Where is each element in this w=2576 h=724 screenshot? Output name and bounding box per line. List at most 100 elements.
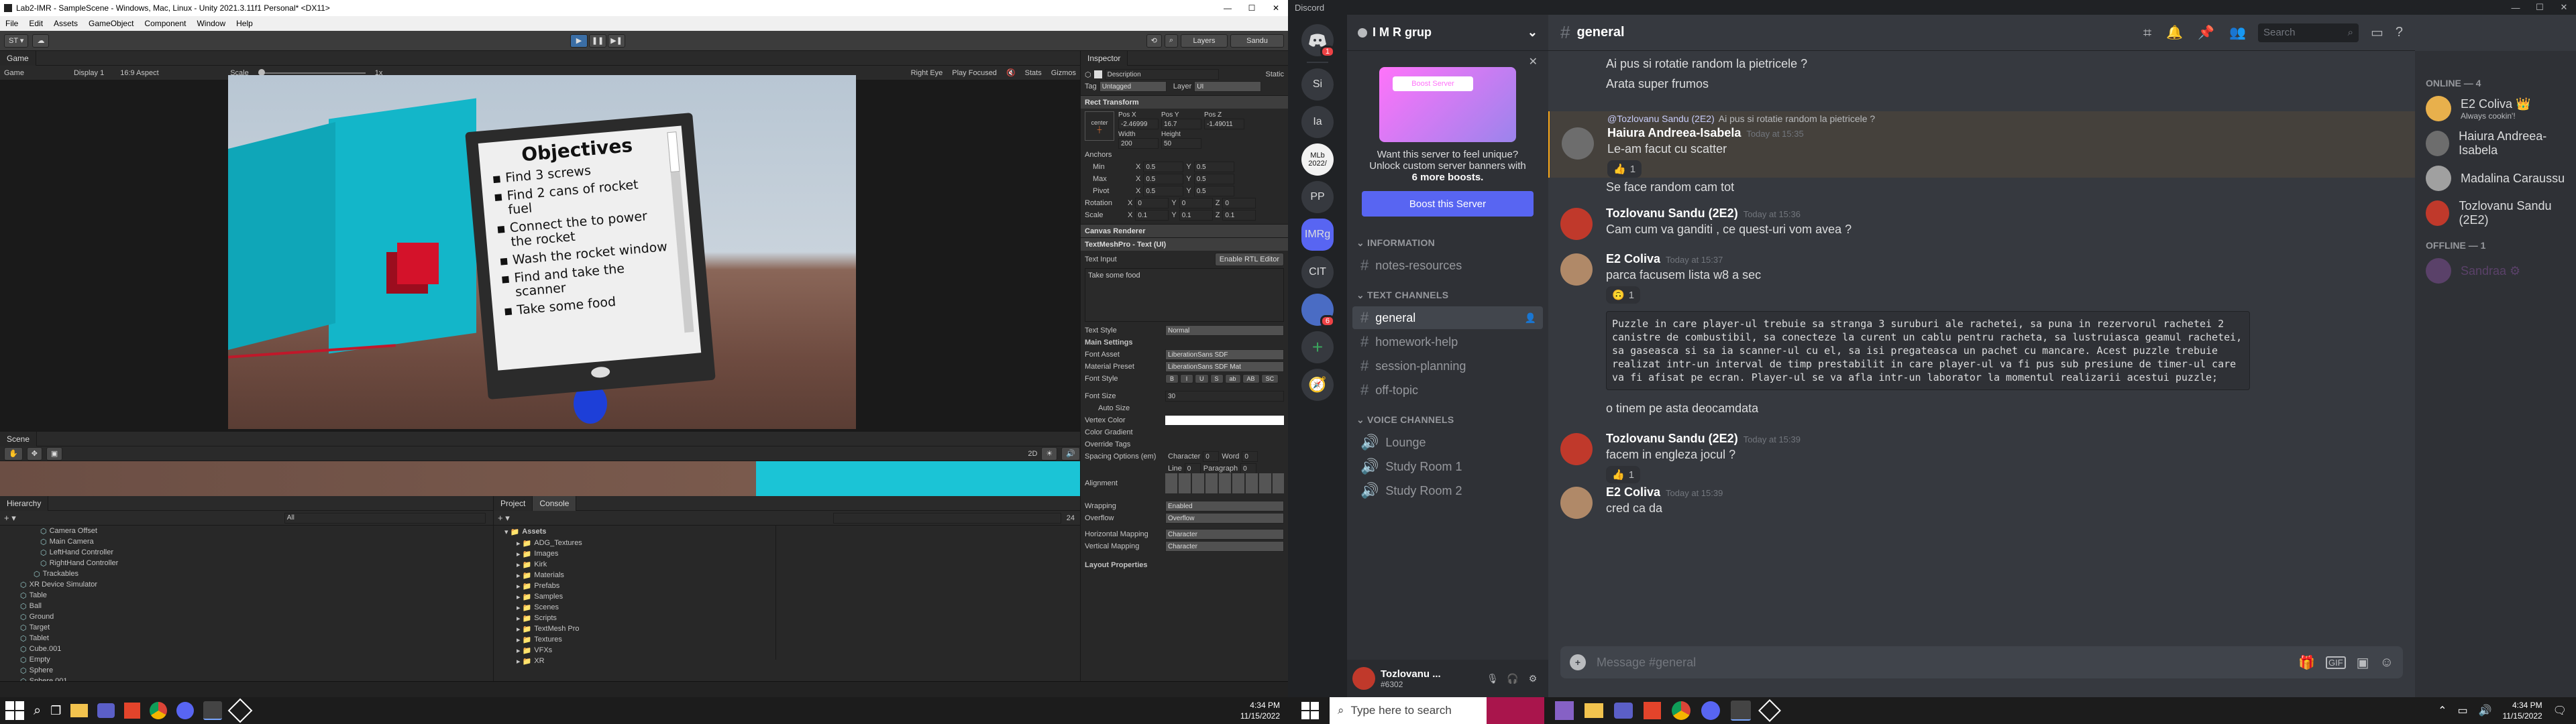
channel-homework-help[interactable]: # homework-help (1352, 330, 1543, 353)
unity-hub-icon-2[interactable] (1731, 701, 1751, 721)
hierarchy-item[interactable]: ⬡ Ball (20, 601, 493, 611)
font-style-button[interactable]: I (1180, 374, 1194, 383)
server-icon[interactable]: IMRg (1301, 219, 1334, 251)
move-tool-icon[interactable]: ✥ (26, 446, 42, 461)
project-folder[interactable]: ▸ 📁 Kirk (517, 559, 775, 570)
scale-slider[interactable] (258, 68, 366, 76)
menu-assets[interactable]: Assets (48, 19, 83, 28)
add-object-button[interactable]: + ▾ (4, 513, 16, 524)
add-server-icon[interactable]: + (1301, 331, 1334, 363)
audio-icon[interactable]: 🔊 (1061, 446, 1080, 461)
hmap-dropdown[interactable]: Character (1165, 529, 1284, 540)
font-asset-field[interactable]: LiberationSans SDF (1165, 349, 1284, 360)
member-item[interactable]: Madalina Caraussu (2415, 161, 2576, 196)
headphones-icon[interactable]: 🎧 (1503, 673, 1523, 684)
font-size-field[interactable]: 30 (1165, 391, 1284, 402)
avatar[interactable] (1560, 433, 1593, 465)
active-checkbox[interactable] (1093, 70, 1102, 78)
chrome-icon-2[interactable] (1672, 701, 1690, 720)
size-values-0[interactable]: 200 (1118, 138, 1159, 149)
add-member-icon[interactable]: 👤 (1525, 312, 1536, 324)
channel-notes-resources[interactable]: # notes-resources (1352, 254, 1543, 277)
gizmos-button[interactable]: Gizmos (1051, 69, 1076, 77)
start-button[interactable] (5, 701, 24, 720)
project-folder[interactable]: ▸ 📁 Prefabs (517, 581, 775, 591)
tag-dropdown[interactable]: Untagged (1099, 81, 1167, 92)
pos-values-1[interactable]: 16.7 (1161, 119, 1201, 129)
menu-component[interactable]: Component (139, 19, 191, 28)
user-avatar[interactable] (1352, 667, 1375, 690)
play-focused-dropdown[interactable]: Play Focused (952, 69, 997, 77)
unity-icon-2[interactable] (1758, 699, 1781, 722)
microphone-icon[interactable]: 🎙 (1483, 673, 1503, 684)
anchor-x-field[interactable]: 0.5 (1143, 186, 1184, 196)
hierarchy-item[interactable]: ⬡ Main Camera (20, 536, 493, 547)
game-mode-dropdown[interactable]: Game (4, 69, 24, 77)
text-style-dropdown[interactable]: Normal (1165, 325, 1284, 336)
text-input-area[interactable]: Take some food (1085, 268, 1284, 322)
gift-icon[interactable]: 🎁 (2298, 654, 2315, 671)
project-folder[interactable]: ▸ 📁 Textures (517, 634, 775, 645)
rtl-toggle[interactable]: Enable RTL Editor (1214, 253, 1284, 266)
font-style-button[interactable]: ab (1224, 374, 1241, 383)
close-icon[interactable]: ✕ (1264, 3, 1288, 13)
account-dropdown[interactable]: ST ▾ (4, 34, 29, 48)
discord-taskbar-icon[interactable] (176, 702, 195, 719)
message-author[interactable]: Tozlovanu Sandu (2E2) (1606, 432, 1738, 446)
anchors-foldout[interactable]: Anchors (1085, 149, 1284, 161)
home-button[interactable]: 1 (1301, 24, 1335, 58)
hierarchy-item[interactable]: ⬡ LeftHand Controller (20, 547, 493, 558)
avatar[interactable] (1562, 127, 1594, 160)
unity-hub-icon[interactable] (203, 701, 223, 720)
tab-project[interactable]: Project (494, 495, 533, 511)
hierarchy-item[interactable]: ⬡ Table (20, 590, 493, 601)
category-information[interactable]: ⌄ INFORMATION (1347, 233, 1548, 253)
reply-preview[interactable]: @Tozlovanu Sandu (2E2) Ai pus si rotatie … (1550, 111, 2415, 126)
project-folder[interactable]: ▸ 📁 Scripts (517, 613, 775, 623)
anchor-y-field[interactable]: 0.5 (1193, 174, 1234, 184)
search-highlight-badge[interactable] (1487, 697, 1544, 724)
add-attachment-icon[interactable]: + (1570, 654, 1586, 670)
static-toggle[interactable]: Static (1265, 70, 1284, 78)
font-style-button[interactable]: B (1165, 374, 1179, 383)
channel-study-room-2[interactable]: 🔊 Study Room 2 (1352, 479, 1543, 502)
discord-maximize-icon[interactable]: ☐ (2528, 2, 2552, 13)
hierarchy-item[interactable]: ⬡ XR Device Simulator (20, 579, 493, 590)
hierarchy-item[interactable]: ⬡ Camera Offset (20, 526, 493, 536)
assets-folder[interactable]: ▾ 📁 Assets (504, 526, 775, 538)
start-button-2[interactable] (1301, 702, 1319, 719)
search-box[interactable]: Search ⌕ (2257, 23, 2359, 42)
discord-close-icon[interactable]: ✕ (2552, 2, 2576, 13)
cloud-icon[interactable]: ☁ (32, 34, 50, 48)
anchor-y-field[interactable]: 0.5 (1193, 186, 1234, 196)
server-icon[interactable]: PP (1301, 181, 1334, 213)
boost-server-button[interactable]: Boost this Server (1362, 191, 1534, 217)
layout-dropdown[interactable]: Sandu (1230, 34, 1285, 48)
project-folder[interactable]: ▸ 📁 Images (517, 548, 775, 559)
channel-off-topic[interactable]: # off-topic (1352, 379, 1543, 402)
category-voice-channels[interactable]: ⌄ VOICE CHANNELS (1347, 410, 1548, 430)
2d-toggle[interactable]: 2D (1028, 450, 1037, 458)
explore-servers-icon[interactable]: 🧭 (1301, 369, 1334, 401)
taskbar-search-box[interactable]: ⌕ Type here to search (1330, 697, 1544, 724)
hierarchy-item[interactable]: ⬡ RightHand Controller (20, 558, 493, 568)
pin-icon[interactable]: 📌 (2198, 24, 2214, 41)
hierarchy-item[interactable]: ⬡ Cube.001 (20, 644, 493, 654)
display-dropdown[interactable]: Display 1 (74, 69, 104, 77)
reaction-button[interactable]: 🙃 1 (1606, 286, 1641, 304)
vmap-dropdown[interactable]: Character (1165, 541, 1284, 552)
project-folder[interactable]: ▸ 📁 VFXs (517, 645, 775, 656)
volume-icon[interactable]: 🔊 (2479, 704, 2492, 717)
project-folder[interactable]: ▸ 📁 Scenes (517, 602, 775, 613)
pause-button[interactable]: ❚❚ (589, 34, 607, 48)
reaction-button[interactable]: 👍 1 (1606, 466, 1641, 483)
menu-window[interactable]: Window (191, 19, 231, 28)
hierarchy-search[interactable]: All (284, 512, 486, 524)
maximize-icon[interactable]: ☐ (1240, 3, 1264, 13)
chrome-icon[interactable] (150, 702, 168, 719)
server-icon[interactable]: Ia (1301, 106, 1334, 138)
light-icon[interactable]: ☀ (1041, 446, 1058, 461)
minimize-icon[interactable]: — (1216, 3, 1240, 13)
play-button[interactable]: ▶ (570, 34, 588, 48)
task-view-icon[interactable]: ❐ (50, 704, 61, 718)
